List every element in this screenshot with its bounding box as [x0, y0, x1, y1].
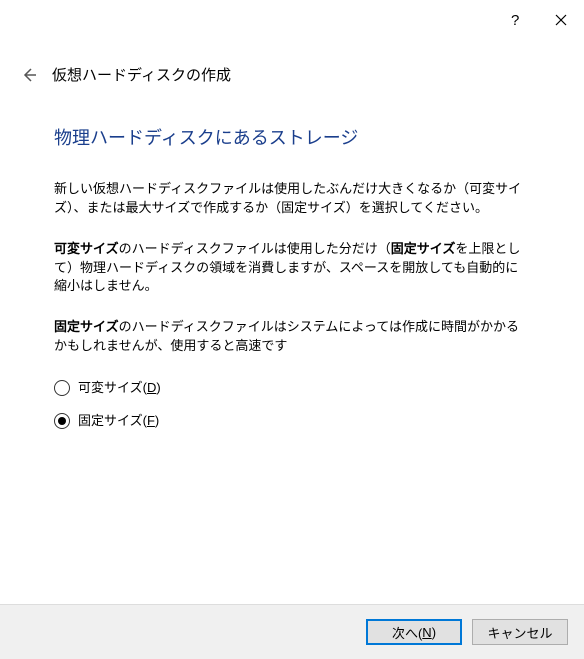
fixed-bold-label: 固定サイズ [54, 319, 119, 334]
radio-dynamic-label: 可変サイズ(D) [78, 378, 161, 398]
radio-fixed-size[interactable]: 固定サイズ(F) [54, 411, 530, 431]
wizard-footer: 次へ(N) キャンセル [0, 604, 584, 659]
radio-fixed-label: 固定サイズ(F) [78, 411, 159, 431]
fixed-paragraph: 固定サイズのハードディスクファイルはシステムによっては作成に時間がかかるかもしれ… [54, 318, 530, 356]
section-title: 物理ハードディスクにあるストレージ [54, 125, 530, 152]
close-icon [555, 14, 567, 26]
close-button[interactable] [538, 0, 584, 40]
help-icon: ? [509, 12, 521, 28]
wizard-content: 物理ハードディスクにあるストレージ 新しい仮想ハードディスクファイルは使用したぶ… [0, 95, 584, 604]
wizard-header: 仮想ハードディスクの作成 [0, 40, 584, 95]
back-button[interactable] [20, 66, 38, 84]
cancel-button-label: キャンセル [487, 623, 552, 642]
radio-fixed-suffix: ) [155, 413, 159, 428]
radio-fixed-label-text: 固定サイズ( [78, 413, 147, 428]
next-button-pre: 次へ( [392, 623, 422, 642]
svg-text:?: ? [511, 12, 519, 28]
next-button-suf: ) [432, 625, 436, 640]
radio-indicator [54, 413, 70, 429]
next-button-mnemonic: N [422, 625, 431, 640]
radio-indicator [54, 380, 70, 396]
radio-dynamic-size[interactable]: 可変サイズ(D) [54, 378, 530, 398]
back-arrow-icon [20, 66, 38, 84]
radio-dot-icon [58, 417, 66, 425]
radio-fixed-mnemonic: F [147, 413, 155, 428]
radio-dynamic-mnemonic: D [147, 380, 156, 395]
help-button[interactable]: ? [492, 0, 538, 40]
dynamic-text-mid: のハードディスクファイルは使用した分だけ（ [119, 241, 391, 256]
dynamic-bold2-label: 固定サイズ [391, 241, 456, 256]
intro-paragraph: 新しい仮想ハードディスクファイルは使用したぶんだけ大きくなるか（可変サイズ）、ま… [54, 180, 530, 218]
dynamic-bold-label: 可変サイズ [54, 241, 119, 256]
dynamic-paragraph: 可変サイズのハードディスクファイルは使用した分だけ（固定サイズを上限として）物理… [54, 240, 530, 297]
radio-dynamic-suffix: ) [156, 380, 160, 395]
titlebar: ? [0, 0, 584, 40]
cancel-button[interactable]: キャンセル [472, 619, 568, 645]
radio-dynamic-label-text: 可変サイズ( [78, 380, 147, 395]
next-button[interactable]: 次へ(N) [366, 619, 462, 645]
wizard-title: 仮想ハードディスクの作成 [52, 64, 231, 85]
storage-type-radio-group: 可変サイズ(D) 固定サイズ(F) [54, 378, 530, 431]
fixed-text-rest: のハードディスクファイルはシステムによっては作成に時間がかかるかもしれませんが、… [54, 319, 519, 353]
